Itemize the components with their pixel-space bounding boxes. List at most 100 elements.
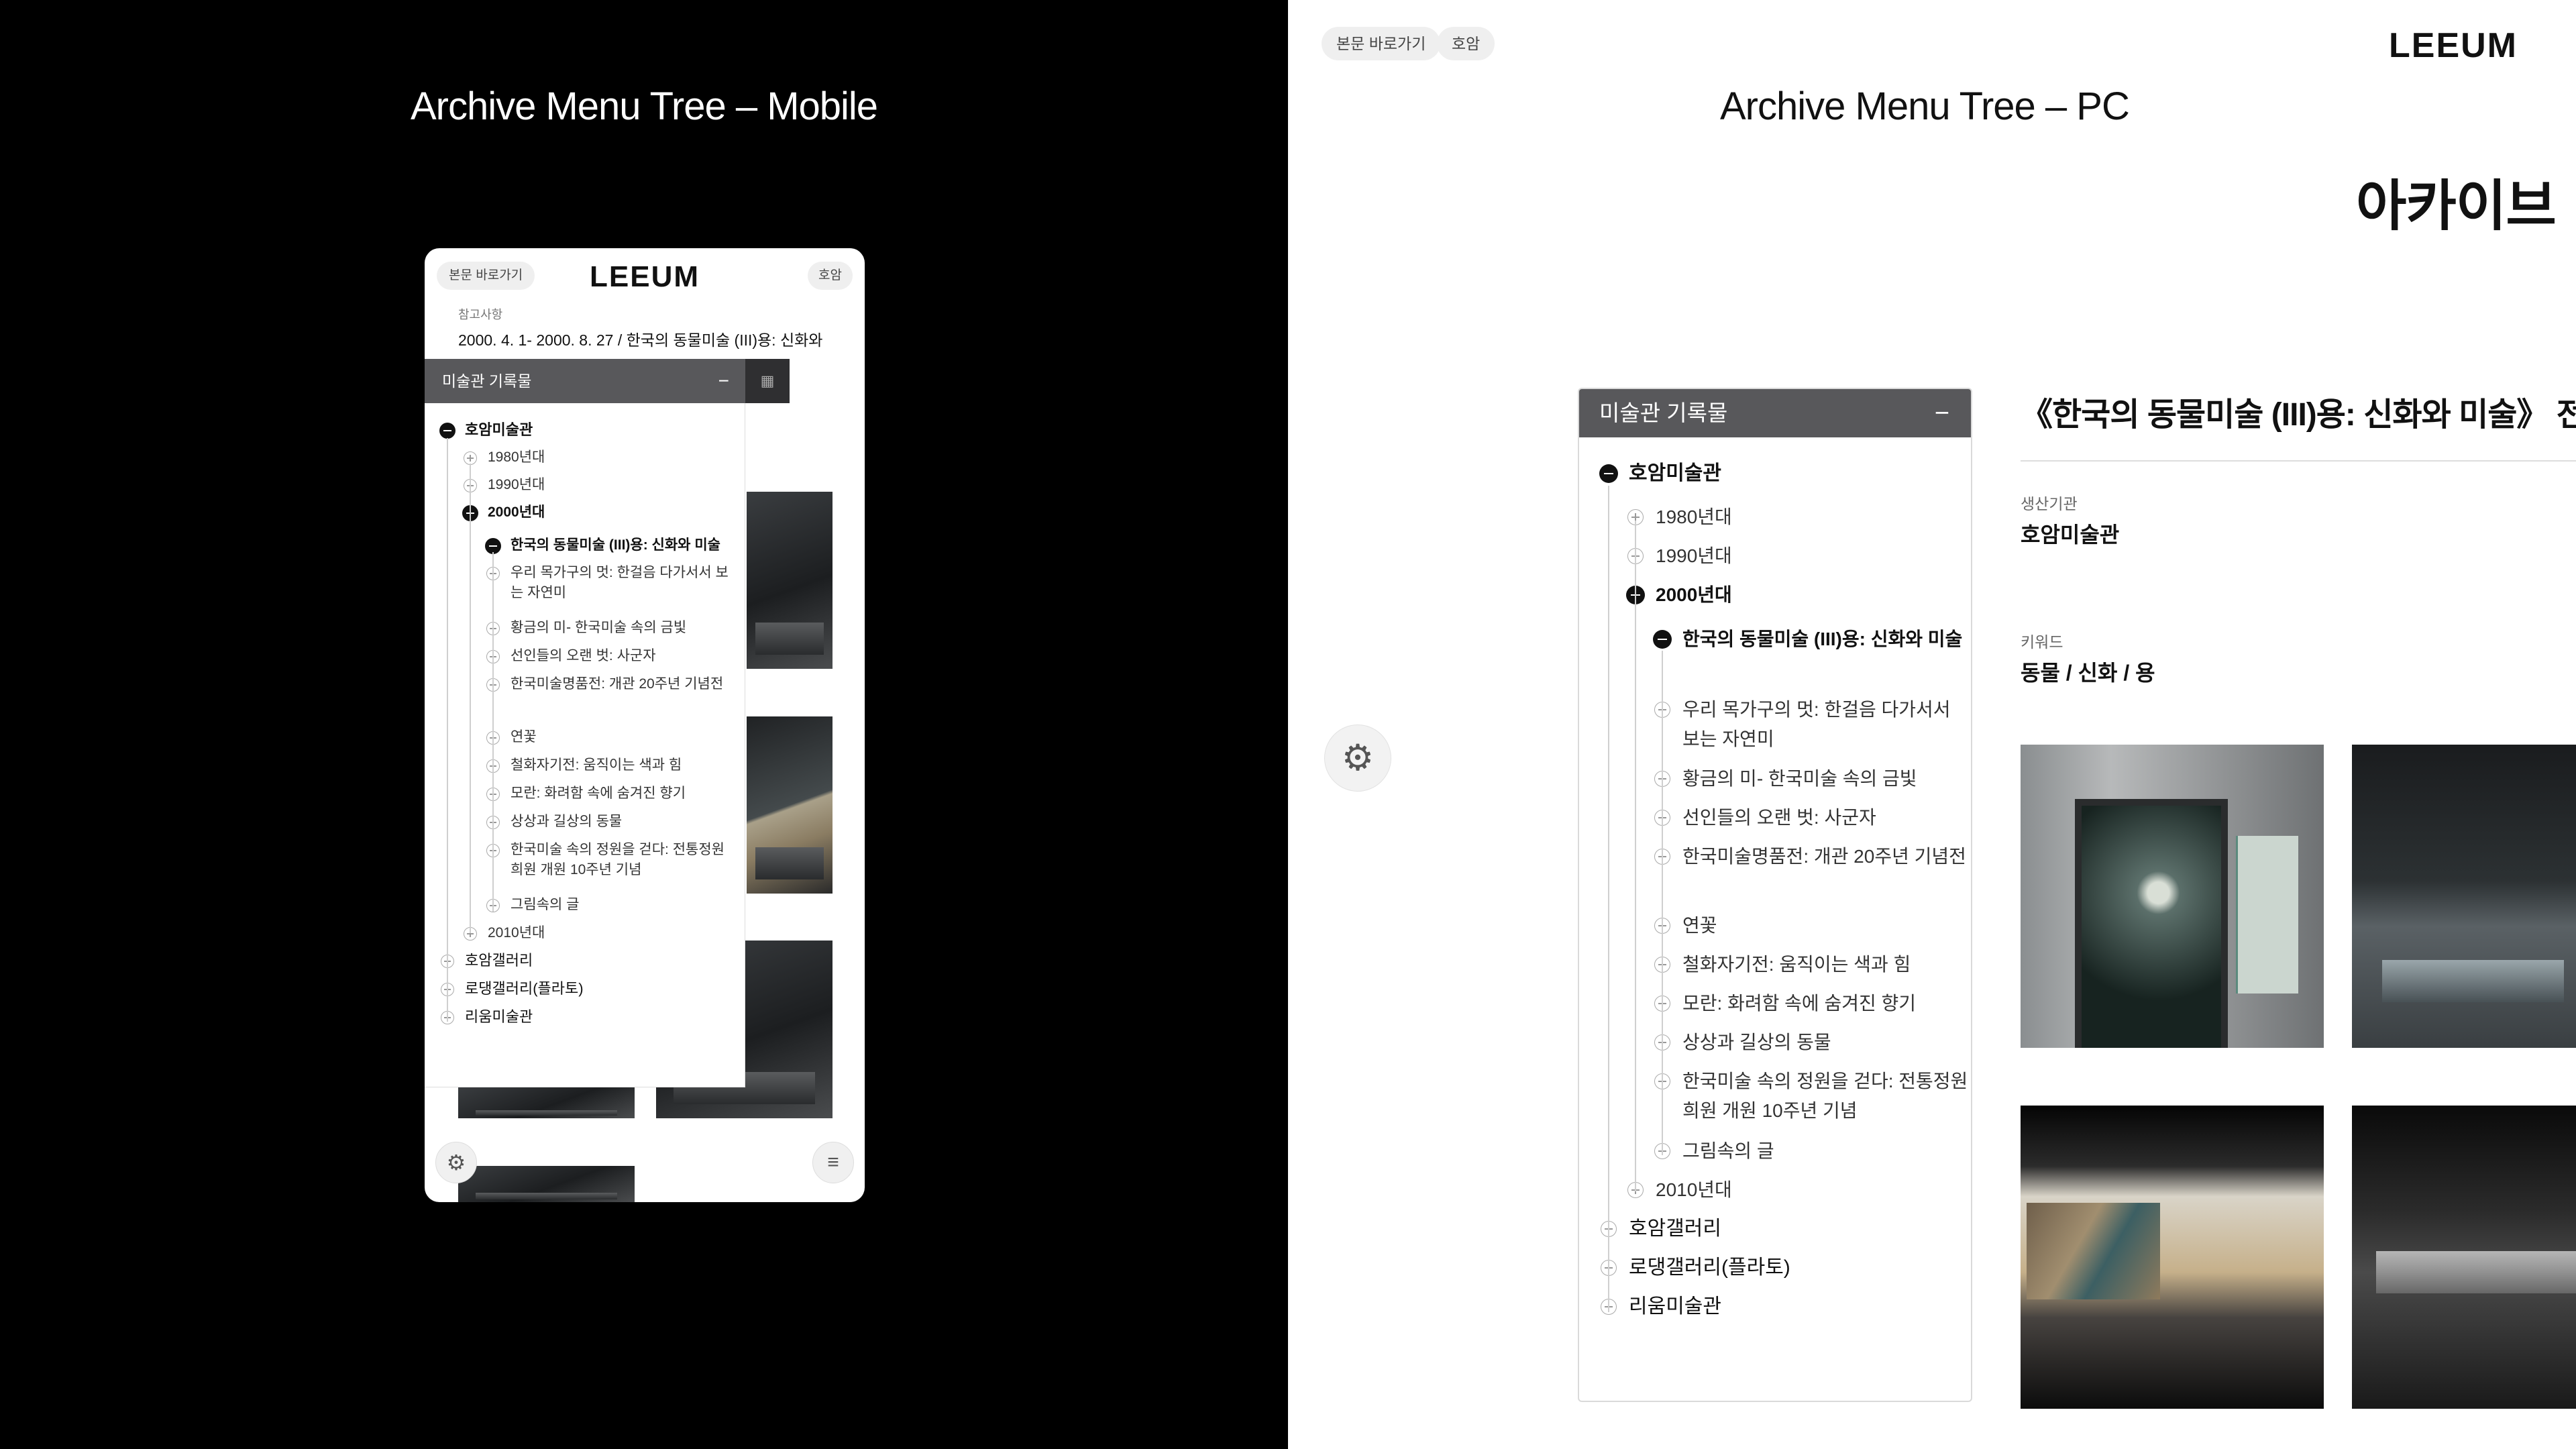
tree-item-label: 로댕갤러리(플라토) xyxy=(465,980,584,997)
tree-item[interactable]: 우리 목가구의 멋: 한걸음 다가서서 보는 자연미 xyxy=(485,563,740,603)
qr-icon[interactable]: ▦ xyxy=(745,359,790,403)
leeum-logo[interactable]: LEEUM xyxy=(2389,25,2518,66)
tree-item[interactable]: 우리 목가구의 멋: 한걸음 다가서서 보는 자연미 xyxy=(1653,695,1971,754)
tree-item[interactable]: 1980년대 xyxy=(462,447,740,468)
archive-menu-tree: 호암미술관 1980년대 1990년대 2000년대한국의 동물미술 (III)용: … xyxy=(1579,437,1971,1401)
tree-item[interactable]: 호암갤러리 xyxy=(1599,1214,1971,1244)
collapse-icon[interactable]: − xyxy=(1935,389,1949,437)
archive-panel-header[interactable]: 미술관 기록물 − xyxy=(1579,389,1971,437)
tree-item[interactable]: 2010년대 xyxy=(462,923,740,943)
tree-item[interactable]: 로댕갤러리(플라토) xyxy=(1599,1253,1971,1283)
tree-item-label: 철화자기전: 움직이는 색과 힘 xyxy=(511,757,682,773)
tree-item-label: 상상과 길상의 동물 xyxy=(1682,1032,1831,1053)
collapse-circle-icon[interactable] xyxy=(1653,630,1672,649)
collapse-circle-icon[interactable] xyxy=(439,423,455,439)
mobile-device-frame: 본문 바로가기 LEEUM 호암 참고사항 2000. 4. 1- 2000. … xyxy=(425,248,865,1202)
tree-item-label: 호암미술관 xyxy=(1629,462,1721,484)
tree-item-label: 한국미술명품전: 개관 20주년 기념전 xyxy=(511,676,724,692)
collapse-circle-icon[interactable] xyxy=(1599,464,1618,483)
tree-item-label: 우리 목가구의 멋: 한걸음 다가서서 보는 자연미 xyxy=(511,565,729,600)
tree-connector-line xyxy=(447,438,448,1022)
exhibition-photo[interactable] xyxy=(747,716,833,894)
tree-item[interactable]: 로댕갤러리(플라토) xyxy=(439,979,740,999)
tree-item-label: 선인들의 오랜 벗: 사군자 xyxy=(511,648,656,663)
page-title: 아카이브 xyxy=(2356,176,2557,237)
tree-item-label: 우리 목가구의 멋: 한걸음 다가서서 보는 자연미 xyxy=(1682,699,1951,749)
tree-item[interactable]: 리움미술관 xyxy=(1599,1292,1971,1322)
tree-item[interactable]: 상상과 길상의 동물 xyxy=(485,812,740,832)
tree-item-label: 리움미술관 xyxy=(465,1008,533,1025)
tree-item-label: 한국의 동물미술 (III)용: 신화와 미술 xyxy=(1682,629,1963,649)
tree-item[interactable]: 한국미술 속의 정원을 걷다: 전통정원 희원 개원 10주년 기념 xyxy=(485,840,740,880)
divider xyxy=(2021,460,2576,462)
caption-text: 2000. 4. 1- 2000. 8. 27 / 한국의 동물미술 (III)… xyxy=(458,331,823,349)
hamburger-menu-icon[interactable]: ≡ xyxy=(812,1142,854,1183)
tree-item[interactable]: 호암미술관 xyxy=(439,420,740,440)
exhibition-photo[interactable] xyxy=(2352,1106,2576,1409)
exhibition-photo[interactable] xyxy=(747,492,833,669)
tree-item[interactable]: 호암갤러리 xyxy=(439,951,740,971)
tree-item[interactable]: 그림속의 글 xyxy=(485,895,740,915)
tree-item-label: 한국미술 속의 정원을 걷다: 전통정원 희원 개원 10주년 기념 xyxy=(511,842,724,877)
tree-item[interactable]: 그림속의 글 xyxy=(1653,1136,1971,1166)
archive-panel-header[interactable]: 미술관 기록물 − xyxy=(425,359,745,403)
tree-connector-line xyxy=(1662,651,1663,1155)
leeum-logo[interactable]: LEEUM xyxy=(425,260,865,294)
tree-item[interactable]: 황금의 미- 한국미술 속의 금빛 xyxy=(1653,764,1971,794)
tree-item[interactable]: 연꽃 xyxy=(485,727,740,747)
tree-item[interactable]: 1990년대 xyxy=(462,475,740,495)
language-toggle[interactable]: 호암 xyxy=(1437,27,1495,60)
tree-item-label: 1980년대 xyxy=(488,449,545,465)
tree-item[interactable]: 철화자기전: 움직이는 색과 힘 xyxy=(1653,950,1971,979)
collapse-icon[interactable]: − xyxy=(718,359,729,403)
tree-item-label: 1980년대 xyxy=(1656,506,1732,527)
keyword-label: 키워드 xyxy=(2021,633,2063,651)
settings-icon[interactable]: ⚙ xyxy=(435,1142,477,1183)
tree-item[interactable]: 철화자기전: 움직이는 색과 힘 xyxy=(485,755,740,775)
tree-item-label: 그림속의 글 xyxy=(511,897,580,912)
exhibition-photo[interactable] xyxy=(2352,745,2576,1048)
tree-item-label: 선인들의 오랜 벗: 사군자 xyxy=(1682,807,1876,828)
tree-item[interactable]: 2000년대 xyxy=(462,502,740,523)
tree-item[interactable]: 2000년대 xyxy=(1626,580,1971,610)
producer-label: 생산기관 xyxy=(2021,495,2078,513)
tree-item[interactable]: 모란: 화려함 속에 숨겨진 향기 xyxy=(1653,989,1971,1018)
exhibition-photo[interactable] xyxy=(458,1166,635,1202)
tree-item[interactable]: 한국미술명품전: 개관 20주년 기념전 xyxy=(485,674,740,694)
tree-item-label: 한국의 동물미술 (III)용: 신화와 미술 xyxy=(511,537,720,553)
tree-item-label: 황금의 미- 한국미술 속의 금빛 xyxy=(511,620,687,635)
tree-item[interactable]: 연꽃 xyxy=(1653,911,1971,941)
tree-item[interactable]: 모란: 화려함 속에 숨겨진 향기 xyxy=(485,784,740,804)
tree-item[interactable]: 상상과 길상의 동물 xyxy=(1653,1028,1971,1057)
tree-item[interactable]: 한국미술 속의 정원을 걷다: 전통정원 희원 개원 10주년 기념 xyxy=(1653,1067,1971,1126)
tree-connector-line xyxy=(492,552,494,912)
tree-item[interactable]: 한국의 동물미술 (III)용: 신화와 미술 xyxy=(1653,625,1971,654)
mobile-section: Archive Menu Tree – Mobile 본문 바로가기 LEEUM… xyxy=(0,0,1288,1449)
tree-item[interactable]: 2010년대 xyxy=(1626,1175,1971,1205)
tree-item-label: 1990년대 xyxy=(1656,545,1732,566)
archive-panel: 미술관 기록물 − 호암미술관 1980년대 1990년대 2000년대한국의 동물미… xyxy=(1578,388,1972,1402)
mobile-section-title: Archive Menu Tree – Mobile xyxy=(410,85,878,128)
exhibition-title: 《한국의 동물미술 (III)용: 신화와 미술》 전 xyxy=(2021,397,2576,433)
expand-plus-icon[interactable] xyxy=(464,451,477,465)
exhibition-photo[interactable] xyxy=(2021,1106,2324,1409)
tree-item[interactable]: 리움미술관 xyxy=(439,1007,740,1027)
tree-item[interactable]: 1980년대 xyxy=(1626,502,1971,532)
tree-item[interactable]: 황금의 미- 한국미술 속의 금빛 xyxy=(485,618,740,638)
tree-item[interactable]: 선인들의 오랜 벗: 사군자 xyxy=(1653,803,1971,833)
tree-item-label: 호암갤러리 xyxy=(465,952,533,969)
tree-item[interactable]: 1990년대 xyxy=(1626,541,1971,571)
exhibition-photo[interactable] xyxy=(2021,745,2324,1048)
tree-item[interactable]: 한국의 동물미술 (III)용: 신화와 미술 xyxy=(485,535,740,555)
tree-item-label: 호암갤러리 xyxy=(1629,1218,1721,1240)
tree-item[interactable]: 선인들의 오랜 벗: 사군자 xyxy=(485,646,740,666)
skip-to-content-link[interactable]: 본문 바로가기 xyxy=(1322,27,1441,60)
tree-item-label: 2010년대 xyxy=(488,925,545,941)
pc-section-title: Archive Menu Tree – PC xyxy=(1720,85,2130,128)
exhibition-photo[interactable] xyxy=(458,1087,635,1118)
settings-icon[interactable]: ⚙ xyxy=(1324,724,1391,792)
tree-item[interactable]: 호암미술관 xyxy=(1599,459,1971,488)
pc-section: 본문 바로가기 호암 LEEUM Archive Menu Tree – PC … xyxy=(1288,0,2576,1449)
language-toggle[interactable]: 호암 xyxy=(808,262,853,290)
tree-item[interactable]: 한국미술명품전: 개관 20주년 기념전 xyxy=(1653,842,1971,871)
